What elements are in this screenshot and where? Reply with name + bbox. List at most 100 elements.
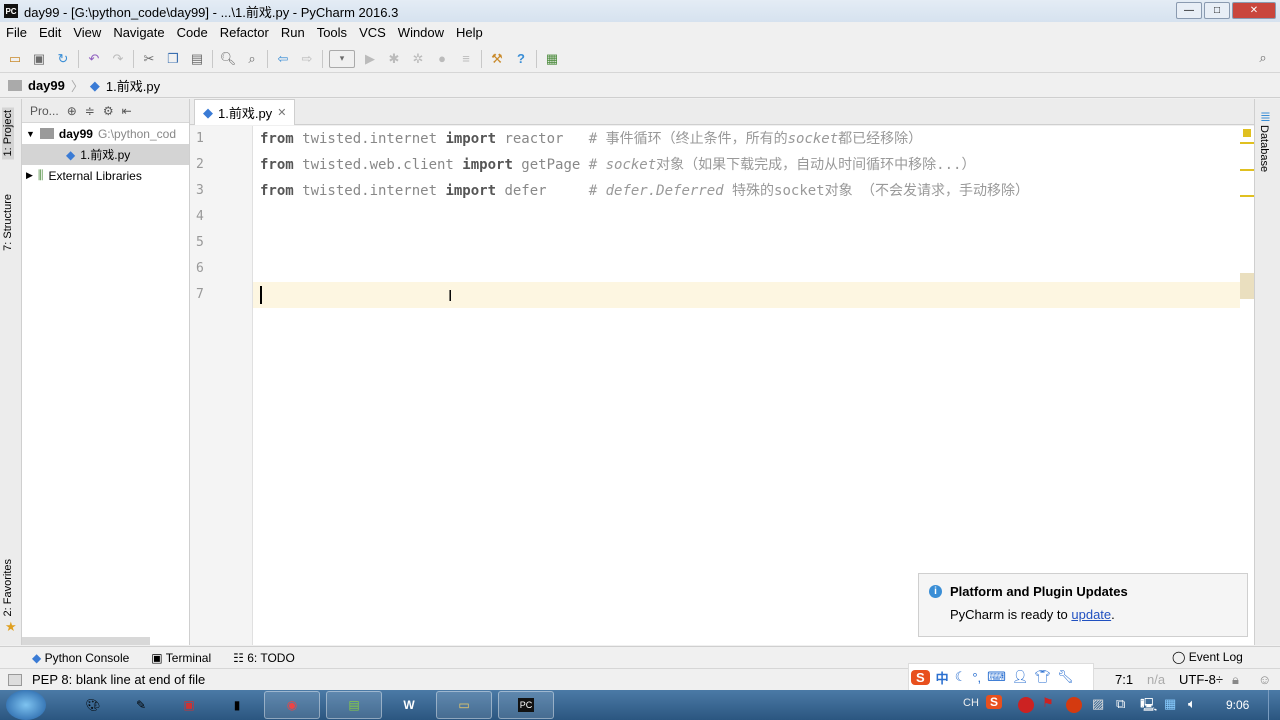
start-button[interactable] <box>6 690 46 720</box>
menu-navigate[interactable]: Navigate <box>107 25 170 40</box>
minimize-button[interactable]: — <box>1176 2 1202 19</box>
ime-mode[interactable]: 中 <box>936 668 949 687</box>
menu-tools[interactable]: Tools <box>311 25 353 40</box>
tab-terminal[interactable]: ▣ Terminal <box>151 651 211 665</box>
warning-marker[interactable] <box>1243 129 1251 137</box>
tab-database[interactable]: Database <box>1258 125 1270 172</box>
run-icon[interactable]: ▶ <box>361 50 379 68</box>
taskbar-app-chrome[interactable]: ◉ <box>264 691 320 719</box>
settings-icon[interactable]: ⚒ <box>488 50 506 68</box>
profile-icon[interactable]: ● <box>433 50 451 68</box>
network-icon[interactable]: 🖳 <box>1140 696 1157 718</box>
tray-ime-icon[interactable]: ▦ <box>1164 696 1176 712</box>
tray-flag-icon[interactable]: ⚑ <box>1042 695 1054 711</box>
taskbar-app-word[interactable]: W <box>388 691 430 719</box>
tree-item-day99[interactable]: ▼ day99 G:\python_cod <box>22 123 189 144</box>
code-line[interactable] <box>253 282 1244 308</box>
line-separator[interactable]: n/a <box>1147 672 1165 687</box>
undo-icon[interactable]: ↶ <box>85 50 103 68</box>
code-line[interactable]: from twisted.internet import defer # def… <box>253 178 1244 204</box>
help-icon[interactable]: ? <box>512 50 530 68</box>
scroll-from-source-icon[interactable]: ⊕ <box>67 104 77 118</box>
tab-editor-file[interactable]: ◆ 1.前戏.py ✕ <box>194 99 296 125</box>
sogou-ime-icon[interactable]: S <box>911 669 930 685</box>
clock[interactable]: 9:06 <box>1226 698 1249 712</box>
sync-icon[interactable]: ↻ <box>54 50 72 68</box>
menu-help[interactable]: Help <box>450 25 489 40</box>
coverage-icon[interactable]: ✲ <box>409 50 427 68</box>
taskbar-app-tool[interactable]: ✎ <box>120 691 162 719</box>
tray-record-icon[interactable] <box>1066 697 1082 713</box>
menu-vcs[interactable]: VCS <box>353 25 392 40</box>
menu-view[interactable]: View <box>67 25 107 40</box>
code-line[interactable]: from twisted.internet import reactor # 事… <box>253 126 1244 152</box>
update-link[interactable]: update <box>1071 607 1111 622</box>
close-tab-icon[interactable]: ✕ <box>277 106 286 119</box>
caret-position[interactable]: 7:1 <box>1115 672 1133 687</box>
taskbar-app-pycharm[interactable]: PC <box>498 691 554 719</box>
event-log-button[interactable]: ◯ Event Log <box>1172 650 1243 664</box>
sdk-icon[interactable]: ▦ <box>543 50 561 68</box>
code-line[interactable] <box>253 230 1244 256</box>
maximize-button[interactable]: □ <box>1204 2 1230 19</box>
taskbar-app-notepad[interactable]: ▤ <box>326 691 382 719</box>
language-indicator[interactable]: CH <box>963 697 979 709</box>
tab-python-console[interactable]: ◆ Python Console <box>32 651 129 665</box>
save-icon[interactable]: ▣ <box>30 50 48 68</box>
code-line[interactable] <box>253 204 1244 230</box>
forward-icon[interactable]: ⇨ <box>298 50 316 68</box>
keyboard-icon[interactable]: ⌨ <box>987 669 1006 685</box>
concurrency-icon[interactable]: ≡ <box>457 50 475 68</box>
tray-image-icon[interactable]: ▨ <box>1092 696 1104 712</box>
copy-icon[interactable]: ❐ <box>164 50 182 68</box>
paste-icon[interactable]: ▤ <box>188 50 206 68</box>
code-line[interactable]: from twisted.web.client import getPage #… <box>253 152 1244 178</box>
editor-error-stripe[interactable] <box>1240 126 1254 645</box>
menu-refactor[interactable]: Refactor <box>214 25 275 40</box>
tab-structure[interactable]: 7: Structure <box>2 194 14 251</box>
replace-icon[interactable]: ⌕ <box>243 50 261 68</box>
open-icon[interactable]: ▭ <box>6 50 24 68</box>
hide-panel-icon[interactable]: ⇤ <box>122 104 132 118</box>
search-icon[interactable]: ⌕ <box>1254 49 1272 67</box>
taskbar-app-explorer[interactable]: ▭ <box>436 691 492 719</box>
skin-icon[interactable]: 👕︎ <box>1034 669 1051 685</box>
taskbar-app-save[interactable]: ▣ <box>168 691 210 719</box>
volume-icon[interactable]: 🔈︎ <box>1188 696 1196 712</box>
menu-window[interactable]: Window <box>392 25 450 40</box>
menu-edit[interactable]: Edit <box>33 25 67 40</box>
back-icon[interactable]: ⇦ <box>274 50 292 68</box>
taskbar-app-paint[interactable]: 🎨︎ <box>72 691 114 719</box>
lock-icon[interactable]: 🔒︎ <box>1232 672 1239 688</box>
tree-item-file[interactable]: ◆ 1.前戏.py <box>22 144 189 165</box>
warning-marker[interactable] <box>1240 195 1254 197</box>
tab-todo[interactable]: ☷ 6: TODO <box>233 651 295 665</box>
panel-toggle-icon[interactable] <box>8 673 22 686</box>
cut-icon[interactable]: ✂ <box>140 50 158 68</box>
user-icon[interactable]: 👤︎ <box>1012 669 1029 685</box>
breadcrumb-file[interactable]: 1.前戏.py <box>106 76 160 95</box>
caret-marker[interactable] <box>1240 273 1254 299</box>
find-icon[interactable]: 🔍︎ <box>219 50 237 68</box>
show-desktop-button[interactable] <box>1268 690 1280 720</box>
code-editor[interactable]: from twisted.internet import reactor # 事… <box>253 126 1244 645</box>
breadcrumb-day99[interactable]: day99 <box>28 78 65 93</box>
project-view-dropdown[interactable]: Pro... <box>30 104 59 118</box>
taskbar-app-media[interactable]: ▮ <box>216 691 258 719</box>
menu-code[interactable]: Code <box>171 25 214 40</box>
tab-project[interactable]: 1: Project <box>2 107 14 160</box>
warning-marker[interactable] <box>1240 169 1254 171</box>
tab-favorites[interactable]: 2: Favorites <box>2 559 14 616</box>
redo-icon[interactable]: ↷ <box>109 50 127 68</box>
tree-item-external-libraries[interactable]: ▶ ⫼ External Libraries <box>22 165 189 186</box>
code-line[interactable] <box>253 256 1244 282</box>
warning-marker[interactable] <box>1240 142 1254 144</box>
file-encoding[interactable]: UTF-8÷ <box>1179 672 1223 687</box>
debug-icon[interactable]: ✱ <box>385 50 403 68</box>
run-config-dropdown[interactable]: ▾ <box>329 49 355 68</box>
menu-file[interactable]: File <box>0 25 33 40</box>
close-button[interactable]: ✕ <box>1232 2 1276 19</box>
collapse-all-icon[interactable]: ≑ <box>85 104 95 118</box>
menu-run[interactable]: Run <box>275 25 311 40</box>
tray-windows-icon[interactable]: ⧉ <box>1116 696 1125 712</box>
